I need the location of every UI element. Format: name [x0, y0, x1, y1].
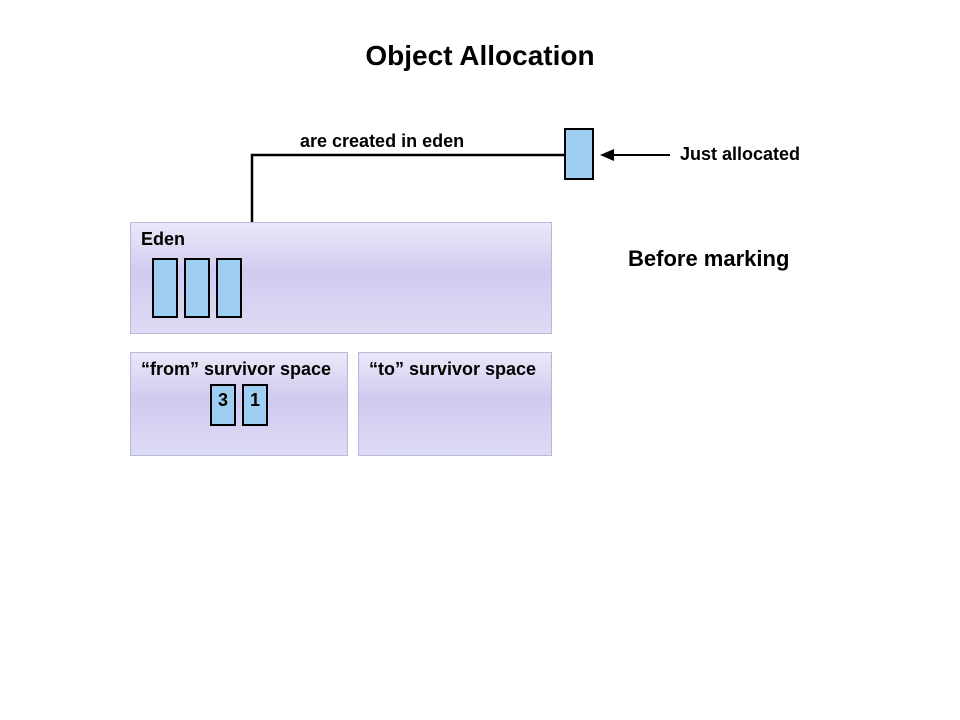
region-from-survivor-label: “from” survivor space — [141, 359, 331, 380]
eden-object-1 — [152, 258, 178, 318]
region-to-survivor: “to” survivor space — [358, 352, 552, 456]
eden-object-3 — [216, 258, 242, 318]
label-just-allocated: Just allocated — [680, 144, 800, 165]
diagram-stage: Object Allocation are created in eden Ju… — [0, 0, 960, 720]
from-survivor-object-1-value: 3 — [212, 390, 234, 411]
label-created-in-eden: are created in eden — [300, 131, 464, 152]
from-survivor-object-2-value: 1 — [244, 390, 266, 411]
arrow-just-allocated — [600, 148, 670, 162]
region-to-survivor-label: “to” survivor space — [369, 359, 536, 380]
from-survivor-object-1: 3 — [210, 384, 236, 426]
eden-object-2 — [184, 258, 210, 318]
region-from-survivor: “from” survivor space — [130, 352, 348, 456]
label-before-marking: Before marking — [628, 246, 789, 272]
region-eden-label: Eden — [141, 229, 185, 250]
diagram-title: Object Allocation — [0, 40, 960, 72]
from-survivor-object-2: 1 — [242, 384, 268, 426]
